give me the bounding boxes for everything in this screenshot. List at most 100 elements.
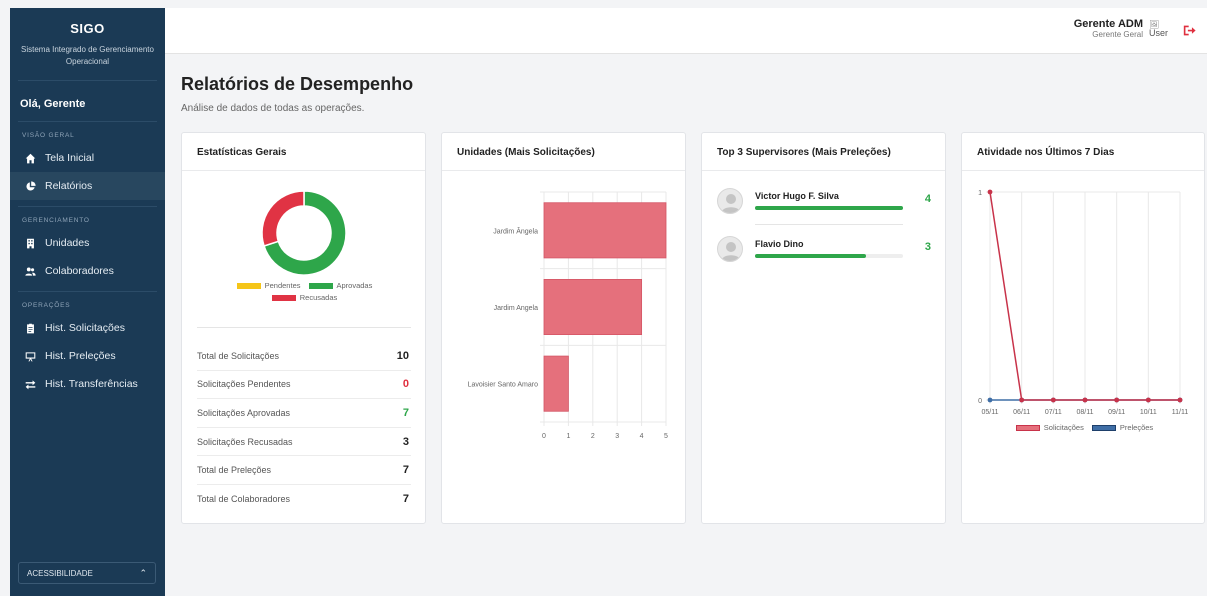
y-tick-label: Jardim Angela [494,305,538,312]
stat-value: 7 [402,464,409,477]
sidebar-item-label: Hist. Preleções [45,350,116,362]
data-point[interactable] [1114,397,1120,403]
supervisor-name: Flavio Dino [755,239,804,249]
data-point[interactable] [987,189,993,195]
x-tick-label: 05/11 [982,409,999,416]
activity-card: Atividade nos Últimos 7 Dias 05/11 06/11 0… [961,132,1205,524]
legend-swatch [308,282,333,289]
sidebar-item-label: Hist. Solicitações [45,322,125,334]
accessibility-toggle[interactable]: ACESSIBILIDADE ⌃ [18,562,156,584]
donut-legend: Pendentes Aprovadas Recusadas [182,279,427,303]
x-tick-label: 0 [542,433,546,440]
user-avatar[interactable]: 🖼 User [1149,20,1169,42]
activity-line-chart: 05/11 06/11 07/11 08/11 09/11 10/11 11/11 0 1 [978,189,1188,416]
data-point[interactable] [1050,397,1056,403]
stat-row: Solicitações Pendentes 0 [197,371,411,400]
card-title: Atividade nos Últimos 7 Dias [962,133,1204,171]
legend-label: Preleções [1119,423,1154,432]
legend-item-lectures[interactable]: Preleções [1091,423,1154,432]
bar[interactable] [543,355,569,412]
logout-button[interactable] [1183,24,1197,38]
stat-row: Total de Colaboradores 7 [197,485,411,514]
top-bar: Gerente ADM Gerente Geral 🖼 User [165,8,1207,54]
user-info: Gerente ADM Gerente Geral [1074,18,1143,39]
y-tick-label: Lavoisier Santo Amaro [468,382,539,389]
avatar-alt-text: User [1149,28,1169,38]
sidebar-item-units[interactable]: Unidades [10,229,165,257]
app-logo[interactable]: SIGO [10,21,165,36]
stat-value: 3 [402,435,409,448]
legend-item-approved[interactable]: Aprovadas [308,281,372,290]
stat-row: Solicitações Aprovadas 7 [197,399,411,428]
clipboard-icon [24,322,36,334]
data-point[interactable] [1177,397,1183,403]
page-title: Relatórios de Desempenho [181,74,414,94]
stat-label: Solicitações Pendentes [197,379,291,390]
sidebar-item-lectures-history[interactable]: Hist. Preleções [10,342,165,370]
units-bar-chart: 0 1 2 3 4 5 Jardim Ângela Jardim Angela Lavoisie… [468,191,668,440]
stats-list: Total de Solicitações 10 Solicitações Pen… [197,327,411,514]
accessibility-label: ACESSIBILIDADE [27,568,93,578]
sidebar-item-home[interactable]: Tela Inicial [10,144,165,172]
supervisor-progress [755,254,903,258]
sidebar-item-reports[interactable]: Relatórios [10,172,165,200]
home-icon [24,152,36,164]
bar[interactable] [543,202,667,259]
stat-label: Total de Preleções [197,465,272,476]
sidebar-item-label: Relatórios [45,180,93,192]
legend-item-pending[interactable]: Pendentes [236,280,301,290]
section-title-overview: VISÃO GERAL [22,132,75,139]
greeting: Olá, Gerente [20,98,86,110]
legend-swatch [1091,425,1116,432]
brand: SIGO Sistema Integrado de Gerenciamento … [10,8,165,68]
sidebar-item-transfers-history[interactable]: Hist. Transferências [10,370,165,398]
sidebar-item-label: Hist. Transferências [45,378,138,390]
x-tick-label: 4 [640,433,644,440]
legend-item-rejected[interactable]: Recusadas [271,293,337,302]
stat-value: 7 [402,493,409,506]
donut-chart [259,188,349,278]
stat-row: Solicitações Recusadas 3 [197,428,411,457]
chevron-up-icon: ⌃ [139,567,147,578]
x-tick-label: 2 [591,433,595,440]
avatar [717,188,743,214]
y-tick-label: 0 [978,398,982,405]
data-point[interactable] [987,397,993,403]
card-title: Top 3 Supervisores (Mais Preleções) [702,133,945,171]
bar[interactable] [543,279,642,336]
x-tick-label: 3 [615,433,619,440]
legend-label: Pendentes [264,280,301,290]
stat-row: Total de Solicitações 10 [197,342,411,371]
transfer-icon [24,378,36,390]
stat-value: 0 [402,378,409,391]
progress-fill [755,254,866,258]
supervisor-item: Victor Hugo F. Silva 4 [717,185,931,227]
data-point[interactable] [1082,397,1088,403]
donut-svg [261,190,347,276]
stat-label: Solicitações Recusadas [197,436,293,447]
sidebar: SIGO Sistema Integrado de Gerenciamento … [10,8,165,596]
legend-item-requests[interactable]: Solicitações [1015,423,1084,432]
line-legend: Solicitações Preleções [962,423,1207,432]
legend-swatch [271,294,296,301]
legend-swatch [236,282,261,289]
app-subtitle: Sistema Integrado de Gerenciamento Opera… [21,45,154,66]
card-title: Estatísticas Gerais [182,133,425,171]
page-subtitle: Análise de dados de todas as operações. [181,103,365,114]
data-point[interactable] [1145,397,1151,403]
supervisors-card: Top 3 Supervisores (Mais Preleções) Vict… [701,132,946,524]
supervisor-count: 4 [924,193,931,205]
y-tick-label: 1 [978,190,982,197]
logo-text: SIGO [70,21,105,36]
stats-card: Estatísticas Gerais Pendentes Aprovadas … [181,132,426,524]
sidebar-item-label: Unidades [45,237,90,249]
donut-slice-recusadas[interactable] [261,190,305,247]
stat-row: Total de Preleções 7 [197,456,411,485]
sidebar-item-collaborators[interactable]: Colaboradores [10,257,165,285]
data-point[interactable] [1019,397,1025,403]
x-tick-label: 08/11 [1077,409,1094,416]
section-title-operations: OPERAÇÕES [22,302,71,309]
building-icon [24,237,36,249]
stat-value: 10 [396,349,409,362]
sidebar-item-requests-history[interactable]: Hist. Solicitações [10,314,165,342]
